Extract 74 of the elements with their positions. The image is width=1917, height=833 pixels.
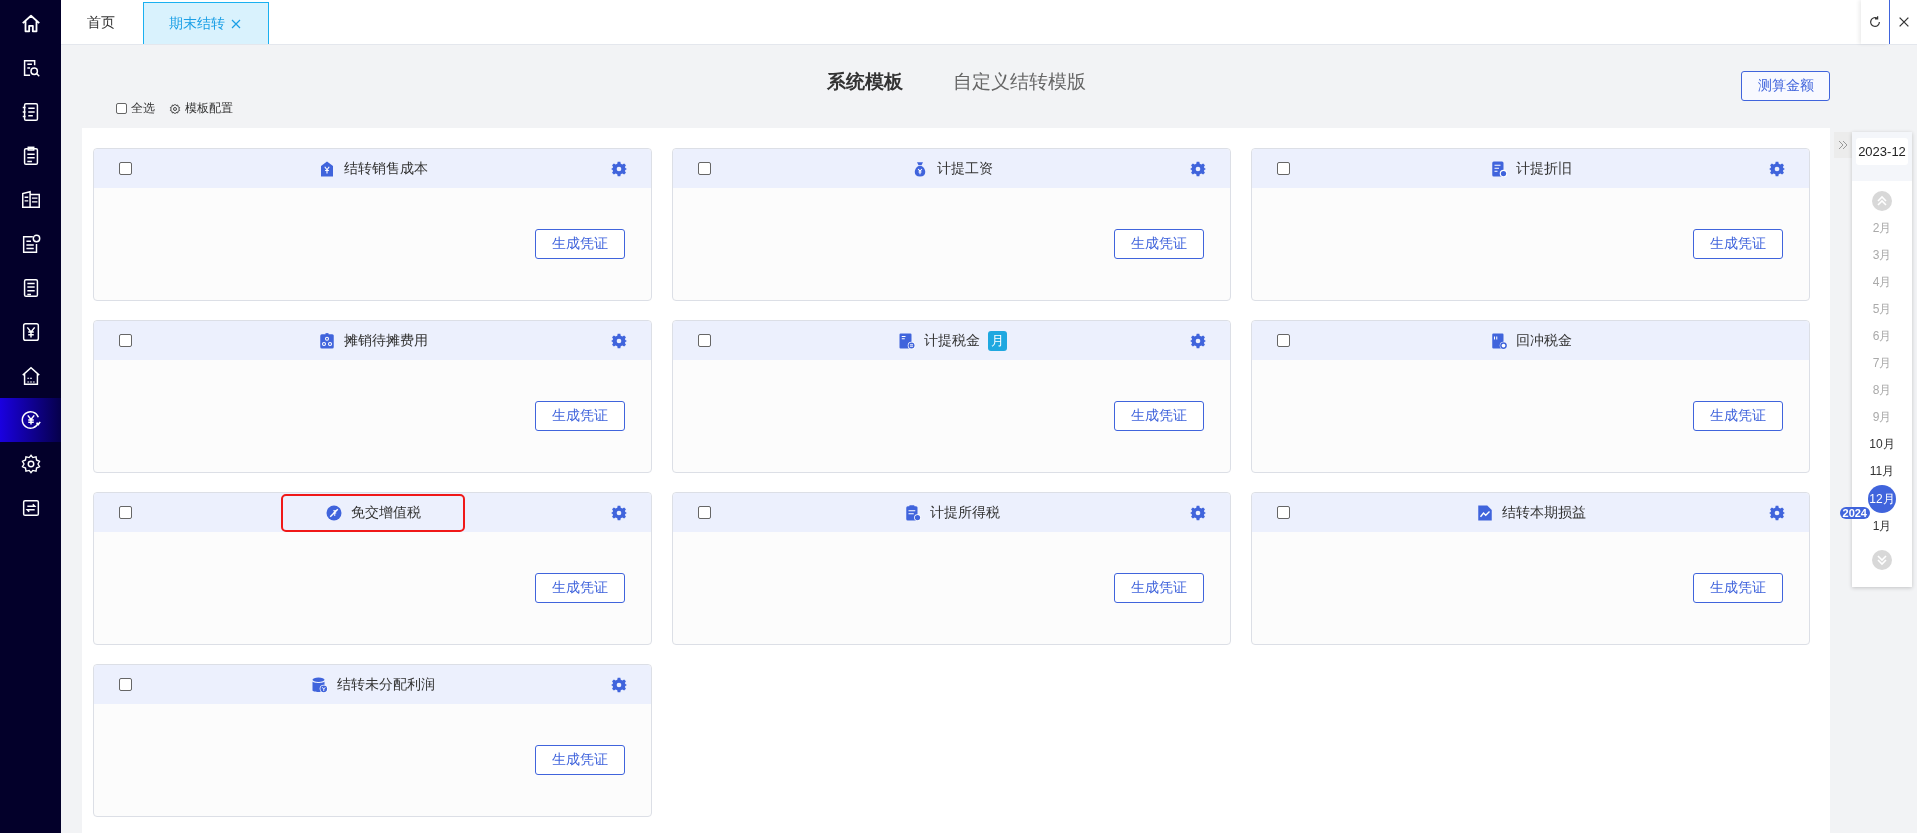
month-item[interactable]: 1月 (1872, 513, 1892, 540)
refresh-icon (1868, 15, 1882, 29)
year-badge: 2024 (1839, 507, 1870, 519)
chart-document-icon (1476, 503, 1494, 522)
select-all-checkbox[interactable]: 全选 (116, 100, 155, 117)
home-icon (19, 13, 42, 35)
month-tag: 月 (987, 330, 1007, 351)
document-badge-icon (1490, 331, 1508, 350)
estimate-button[interactable]: 测算金额 (1741, 71, 1830, 101)
generate-voucher-button[interactable]: 生成凭证 (1693, 401, 1783, 431)
checkbox[interactable] (698, 334, 711, 347)
card-title: 计提所得税 (930, 503, 1000, 522)
generate-voucher-button[interactable]: 生成凭证 (535, 573, 625, 603)
generate-voucher-button[interactable]: 生成凭证 (535, 745, 625, 775)
month-item[interactable]: 10月 (1869, 431, 1895, 458)
refresh-button[interactable] (1861, 0, 1889, 44)
org-chart-icon (318, 331, 336, 350)
checkbox[interactable] (119, 334, 132, 347)
yen-circle-icon (19, 409, 42, 431)
generate-voucher-button[interactable]: 生成凭证 (1693, 573, 1783, 603)
card-title: 摊销待摊费用 (344, 331, 428, 350)
generate-voucher-button[interactable]: 生成凭证 (1693, 229, 1783, 259)
current-period: 2023-12 (1856, 138, 1908, 165)
checkbox[interactable] (1277, 162, 1290, 175)
card-title: 回冲税金 (1516, 331, 1572, 350)
chevron-down-icon (1872, 550, 1892, 570)
card-title: 结转销售成本 (344, 159, 428, 178)
close-icon[interactable] (231, 18, 241, 29)
settings-icon[interactable] (1190, 332, 1206, 349)
settings-icon[interactable] (611, 504, 627, 521)
gear-icon (19, 453, 42, 475)
card-title: 计提折旧 (1516, 159, 1572, 178)
coin-stack-icon (311, 675, 329, 694)
checkbox[interactable] (1277, 334, 1290, 347)
card-title: 免交增值税 (351, 503, 421, 522)
template-tab[interactable]: 自定义结转模版 (952, 61, 1086, 103)
card-title: 结转本期损益 (1502, 503, 1586, 522)
generate-voucher-button[interactable]: 生成凭证 (535, 229, 625, 259)
checkbox[interactable] (698, 162, 711, 175)
settings-icon[interactable] (1190, 160, 1206, 177)
settings-icon[interactable] (1769, 504, 1785, 521)
card-title: 计提税金 (923, 331, 980, 350)
house-icon (19, 365, 42, 387)
checkbox[interactable] (119, 678, 132, 691)
settings-icon[interactable] (611, 676, 627, 693)
generate-voucher-button[interactable]: 生成凭证 (535, 401, 625, 431)
month-item[interactable]: 12月 (1868, 485, 1896, 513)
page-tab[interactable]: 首页 (61, 2, 143, 44)
checkbox[interactable] (698, 506, 711, 519)
settings-icon[interactable] (611, 160, 627, 177)
card-title: 结转未分配利润 (337, 675, 435, 694)
books-icon (19, 189, 42, 211)
template-tab[interactable]: 系统模板 (826, 61, 903, 103)
gear-icon (169, 102, 181, 115)
double-chevron-icon (1837, 139, 1849, 151)
generate-voucher-button[interactable]: 生成凭证 (1114, 573, 1204, 603)
checkbox[interactable] (1277, 506, 1290, 519)
document-badge-icon (1490, 159, 1508, 178)
tax-document-icon (897, 331, 916, 350)
card-title: 计提工资 (937, 159, 993, 178)
sidebar-item[interactable] (0, 398, 61, 442)
settings-icon[interactable] (611, 332, 627, 349)
settings-icon[interactable] (1190, 504, 1206, 521)
settings-icon[interactable] (1769, 160, 1785, 177)
clipboard-icon (904, 503, 922, 522)
yen-tag-icon (318, 159, 336, 178)
generate-voucher-button[interactable]: 生成凭证 (1114, 401, 1204, 431)
slashed-coin-icon (325, 503, 343, 522)
chevron-up-icon (1872, 191, 1892, 211)
template-config-link[interactable]: 模板配置 (169, 100, 233, 117)
month-item[interactable]: 11月 (1869, 458, 1895, 485)
checkbox[interactable] (119, 506, 132, 519)
checkbox[interactable] (119, 162, 132, 175)
generate-voucher-button[interactable]: 生成凭证 (1114, 229, 1204, 259)
